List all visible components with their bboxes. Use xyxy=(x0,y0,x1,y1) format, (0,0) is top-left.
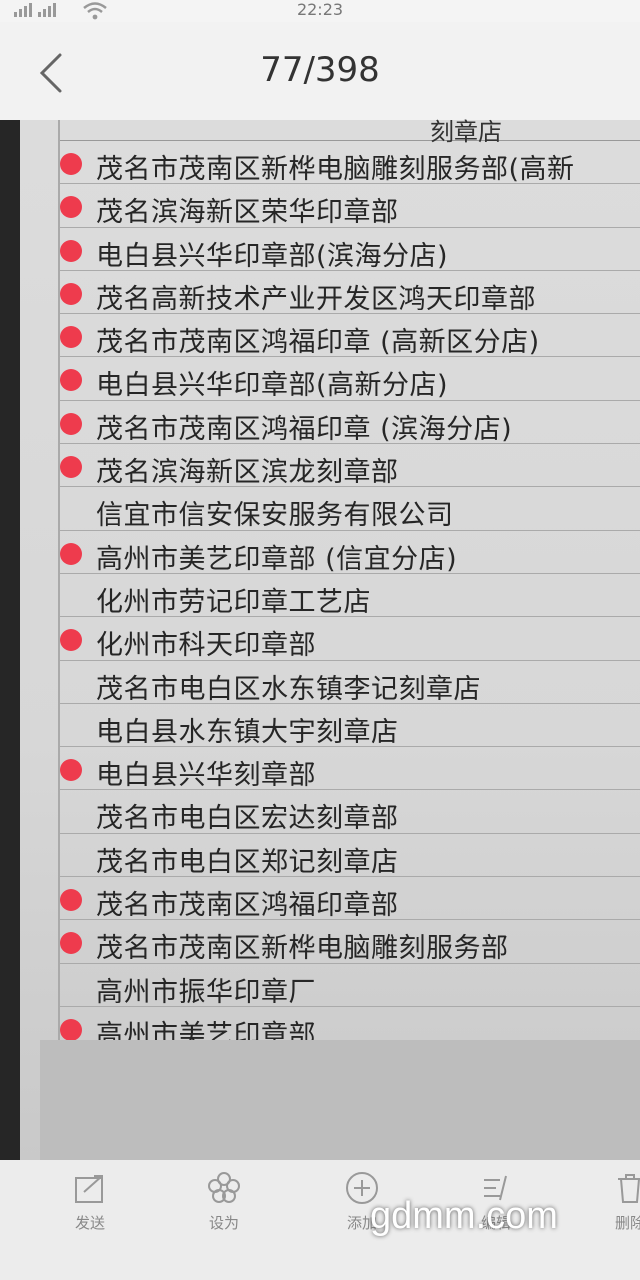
table-row: 信宜市信安保安服务有限公司 xyxy=(60,487,640,532)
table-row: 高州市美艺印章部 (信宜分店) xyxy=(60,531,640,575)
table-row: 电白县兴华印章部(滨海分店) xyxy=(60,228,640,272)
shop-name: 高州市振华印章厂 xyxy=(96,976,316,1008)
table-background-bottom xyxy=(40,1040,640,1160)
table-row: 茂名市茂南区新桦电脑雕刻服务部 xyxy=(60,920,640,965)
table-row: 茂名市电白区水东镇李记刻章店 xyxy=(60,661,640,705)
status-bar: 22:23 xyxy=(0,0,640,22)
shop-name: 茂名市茂南区鸿福印章 (高新区分店) xyxy=(96,327,540,359)
red-marker-dot xyxy=(60,932,82,955)
table-row: 茂名市电白区宏达刻章部 xyxy=(60,790,640,835)
red-marker-dot xyxy=(60,153,82,175)
delete-label: 删除 xyxy=(614,1214,640,1232)
red-marker-dot xyxy=(60,542,82,565)
table-row: 电白县水东镇大宇刻章店 xyxy=(60,704,640,748)
table-row: 茂名滨海新区滨龙刻章部 xyxy=(60,444,640,489)
red-marker-dot xyxy=(60,456,82,479)
red-marker-dot xyxy=(60,629,82,652)
table-row: 茂名高新技术产业开发区鸿天印章部 xyxy=(60,271,640,315)
watermark: gdmm.com xyxy=(370,1195,558,1237)
red-marker-dot xyxy=(60,759,82,782)
delete-button[interactable]: 删除 xyxy=(590,1170,640,1233)
red-marker-dot xyxy=(60,369,82,392)
table-row: 高州市振华印章厂 xyxy=(60,964,640,1008)
shop-name: 茂名市电白区水东镇李记刻章店 xyxy=(96,673,481,705)
shop-name: 电白县兴华印章部(高新分店) xyxy=(96,370,449,402)
shop-name: 茂名市电白区郑记刻章店 xyxy=(96,846,399,878)
shop-name: 高州市美艺印章部 (信宜分店) xyxy=(96,543,458,575)
table-row: 电白县兴华刻章部 xyxy=(60,747,640,792)
page-indicator: 77/398 xyxy=(260,50,380,90)
shop-name: 茂名市茂南区鸿福印章 (滨海分店) xyxy=(96,413,513,445)
shop-name: 信宜市信安保安服务有限公司 xyxy=(96,500,454,532)
status-time: 22:23 xyxy=(296,0,344,19)
photo-viewer[interactable]: 刻章店 茂名市茂南区新桦电脑雕刻服务部(高新 茂名滨海新区荣华印章部电白县兴华印章… xyxy=(0,118,640,1160)
shop-name: 电白县兴华刻章部 xyxy=(96,760,316,792)
shop-name: 茂名市茂南区新桦电脑雕刻服务部 xyxy=(96,933,509,965)
shop-list-table: 刻章店 茂名市茂南区新桦电脑雕刻服务部(高新 茂名滨海新区荣华印章部电白县兴华印章… xyxy=(58,118,640,1051)
table-header: 刻章店 xyxy=(60,118,640,146)
shop-name: 茂名市茂南区新桦电脑雕刻服务部(高新 xyxy=(96,154,575,185)
photographed-document: 刻章店 茂名市茂南区新桦电脑雕刻服务部(高新 茂名滨海新区荣华印章部电白县兴华印章… xyxy=(20,118,640,1160)
red-marker-dot xyxy=(60,1018,82,1041)
red-marker-dot xyxy=(60,239,82,262)
shop-name: 化州市科天印章部 xyxy=(96,630,316,662)
send-button[interactable]: 发送 xyxy=(50,1170,130,1233)
shop-name: 电白县兴华印章部(滨海分店) xyxy=(96,240,449,272)
shop-name: 化州市劳记印章工艺店 xyxy=(96,586,371,618)
set-as-label: 设为 xyxy=(208,1214,239,1232)
table-row: 茂名市茂南区鸿福印章 (高新区分店) xyxy=(60,314,640,359)
red-marker-dot xyxy=(60,889,82,912)
red-marker-dot xyxy=(60,196,82,219)
red-marker-dot xyxy=(60,282,82,305)
table-row: 茂名滨海新区荣华印章部 xyxy=(60,184,640,229)
table-row: 化州市科天印章部 xyxy=(60,617,640,662)
share-icon xyxy=(75,1175,103,1203)
table-row: 茂名市茂南区鸿福印章 (滨海分店) xyxy=(60,401,640,445)
shop-name: 茂名市茂南区鸿福印章部 xyxy=(96,890,399,922)
set-as-button[interactable]: 设为 xyxy=(184,1170,264,1233)
send-label: 发送 xyxy=(74,1214,105,1232)
red-marker-dot xyxy=(60,412,82,435)
top-nav-bar: 77/398 xyxy=(0,22,640,120)
table-row: 茂名市茂南区鸿福印章部 xyxy=(60,877,640,922)
table-row: 茂名市电白区郑记刻章店 xyxy=(60,834,640,878)
red-marker-dot xyxy=(60,326,82,349)
shop-name: 茂名市电白区宏达刻章部 xyxy=(96,803,399,835)
trash-icon xyxy=(618,1174,640,1203)
table-row: 化州市劳记印章工艺店 xyxy=(60,574,640,618)
shop-name: 茂名滨海新区滨龙刻章部 xyxy=(96,457,399,489)
shop-name: 电白县水东镇大宇刻章店 xyxy=(96,716,399,748)
table-row: 茂名市茂南区新桦电脑雕刻服务部(高新 xyxy=(60,141,640,185)
shop-name: 茂名高新技术产业开发区鸿天印章部 xyxy=(96,283,536,315)
table-row: 电白县兴华印章部(高新分店) xyxy=(60,357,640,402)
shop-name: 茂名滨海新区荣华印章部 xyxy=(96,197,399,229)
flower-icon xyxy=(208,1172,240,1203)
